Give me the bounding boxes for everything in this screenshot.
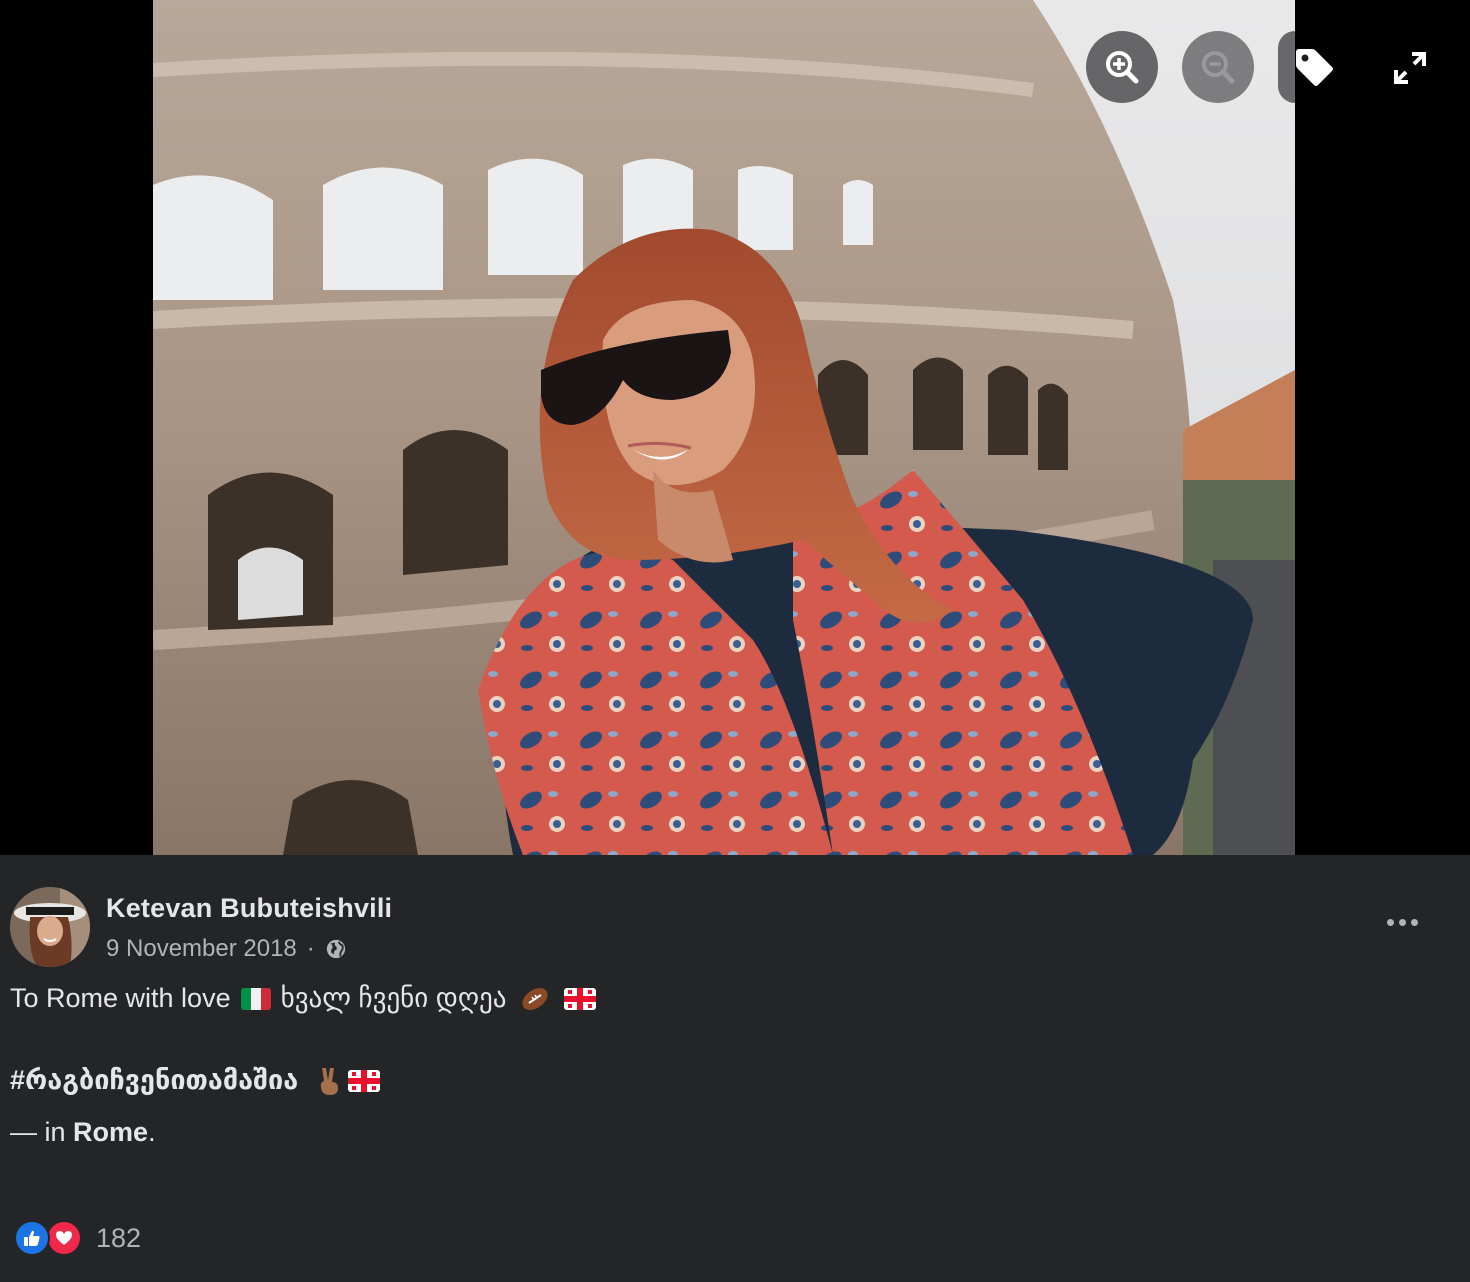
post-details: Ketevan Bubuteishvili 9 November 2018 · … (0, 855, 1470, 1282)
colosseum-photo (153, 0, 1295, 855)
caption-hashtag-line: #რაგბიჩვენითამაშია (10, 1065, 384, 1096)
thumbs-up-icon (24, 1230, 40, 1246)
caption-text: To Rome with love (10, 983, 231, 1013)
zoom-in-icon (1106, 51, 1139, 84)
location-link[interactable]: Rome (73, 1117, 148, 1148)
photo-viewer (0, 0, 1470, 855)
more-dot-icon (1398, 918, 1406, 926)
hashtag-link[interactable]: #რაგბიჩვენითამაშია (10, 1065, 298, 1096)
author-avatar[interactable] (10, 887, 90, 967)
meta-separator: · (306, 935, 315, 962)
italy-flag-icon (240, 987, 271, 1010)
like-reaction-icon (14, 1220, 50, 1256)
location-suffix: . (148, 1117, 156, 1147)
zoom-in-button[interactable] (1086, 31, 1158, 103)
fullscreen-icon[interactable] (1386, 44, 1434, 92)
more-options-button[interactable] (1380, 909, 1424, 935)
post-photo[interactable] (153, 0, 1295, 855)
victory-hand-icon (321, 1067, 339, 1095)
author-name[interactable]: Ketevan Bubuteishvili (106, 893, 392, 924)
reaction-count[interactable]: 182 (96, 1223, 141, 1254)
post-meta: 9 November 2018 · (106, 935, 347, 963)
location-line: — in Rome. (10, 1117, 156, 1148)
more-dot-icon (1410, 918, 1418, 926)
globe-icon[interactable] (325, 938, 347, 960)
georgia-flag-icon (348, 1069, 381, 1092)
avatar-image (10, 887, 90, 967)
zoom-out-button[interactable] (1182, 31, 1254, 103)
georgia-flag-icon (564, 987, 597, 1010)
love-reaction-icon (46, 1220, 82, 1256)
tag-icon[interactable] (1290, 44, 1338, 92)
caption-georgian-text: ხვალ ჩვენი დღეა (280, 983, 507, 1013)
caption-line-1: To Rome with love ხვალ ჩვენი დღეა (10, 983, 600, 1014)
more-dot-icon (1386, 918, 1394, 926)
heart-icon (56, 1231, 72, 1245)
zoom-out-icon (1202, 51, 1235, 84)
post-date[interactable]: 9 November 2018 (106, 935, 297, 963)
football-icon (522, 987, 549, 1010)
location-prefix: — in (10, 1117, 66, 1147)
reactions-summary[interactable]: 182 (14, 1220, 141, 1256)
